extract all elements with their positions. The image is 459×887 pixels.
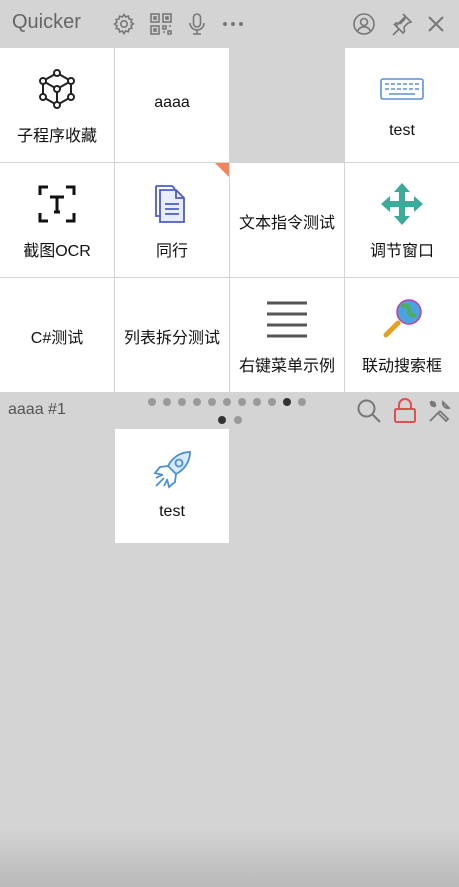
page-dot[interactable] — [218, 416, 226, 424]
menu-lines-icon — [230, 296, 344, 342]
app-title: Quicker — [12, 11, 81, 33]
qr-code-icon[interactable] — [149, 12, 173, 36]
action-cell[interactable]: 截图OCR — [0, 163, 114, 277]
bottom-shade — [0, 827, 459, 887]
page-dot[interactable] — [223, 398, 231, 406]
rocket-icon — [115, 447, 229, 493]
page-dot[interactable] — [178, 398, 186, 406]
page-dot[interactable] — [208, 398, 216, 406]
lock-icon[interactable] — [392, 398, 418, 424]
action-grid: 子程序收藏 aaaa test 截图OCR 同行 文本指令测试 调节窗口 C#测… — [0, 48, 459, 392]
pin-icon[interactable] — [389, 12, 413, 36]
action-label: test — [159, 503, 185, 520]
action-cell[interactable]: aaaa — [115, 48, 229, 162]
flag-corner — [215, 163, 229, 177]
tools-icon[interactable] — [427, 398, 453, 424]
ocr-text-icon — [0, 181, 114, 227]
page-dots-secondary — [218, 416, 242, 424]
microphone-icon[interactable] — [185, 12, 209, 36]
action-cell[interactable]: 调节窗口 — [345, 163, 459, 277]
action-cell[interactable]: test — [115, 429, 229, 543]
more-icon[interactable] — [221, 12, 245, 36]
action-label: 同行 — [155, 243, 188, 260]
action-cell[interactable]: 子程序收藏 — [0, 48, 114, 162]
keyboard-icon — [345, 66, 459, 112]
page-dot[interactable] — [298, 398, 306, 406]
globe-search-icon — [345, 296, 459, 342]
search-icon[interactable] — [356, 398, 382, 424]
action-label: 调节窗口 — [369, 243, 434, 260]
page-dot[interactable] — [283, 398, 291, 406]
empty-cell — [230, 48, 344, 162]
action-cell[interactable]: C#测试 — [0, 278, 114, 392]
action-label: 右键菜单示例 — [238, 358, 335, 375]
page-dot[interactable] — [193, 398, 201, 406]
page-label[interactable]: aaaa #1 — [8, 401, 66, 419]
pager-bar: aaaa #1 — [0, 392, 459, 428]
action-label: test — [389, 122, 415, 139]
action-label: C#测试 — [30, 330, 84, 347]
page-dot[interactable] — [148, 398, 156, 406]
action-label: 联动搜索框 — [361, 358, 442, 375]
page-dot[interactable] — [234, 416, 242, 424]
action-cell[interactable]: 联动搜索框 — [345, 278, 459, 392]
action-cell[interactable]: 同行 — [115, 163, 229, 277]
action-label: 文本指令测试 — [238, 215, 335, 232]
cube-network-icon — [0, 66, 114, 112]
page-dot[interactable] — [268, 398, 276, 406]
gear-icon[interactable] — [112, 12, 136, 36]
close-icon[interactable] — [424, 12, 448, 36]
action-label: aaaa — [154, 94, 190, 111]
page-dots — [148, 398, 306, 406]
user-icon[interactable] — [352, 12, 376, 36]
page-dot[interactable] — [238, 398, 246, 406]
page-dot[interactable] — [163, 398, 171, 406]
action-label: 列表拆分测试 — [123, 330, 220, 347]
title-bar: Quicker — [0, 0, 459, 48]
action-cell[interactable]: test — [345, 48, 459, 162]
document-copy-icon — [115, 181, 229, 227]
move-arrows-icon — [345, 181, 459, 227]
action-cell[interactable]: 右键菜单示例 — [230, 278, 344, 392]
action-label: 子程序收藏 — [16, 128, 97, 145]
action-label: 截图OCR — [23, 243, 91, 260]
page-dot[interactable] — [253, 398, 261, 406]
action-cell[interactable]: 文本指令测试 — [230, 163, 344, 277]
action-cell[interactable]: 列表拆分测试 — [115, 278, 229, 392]
